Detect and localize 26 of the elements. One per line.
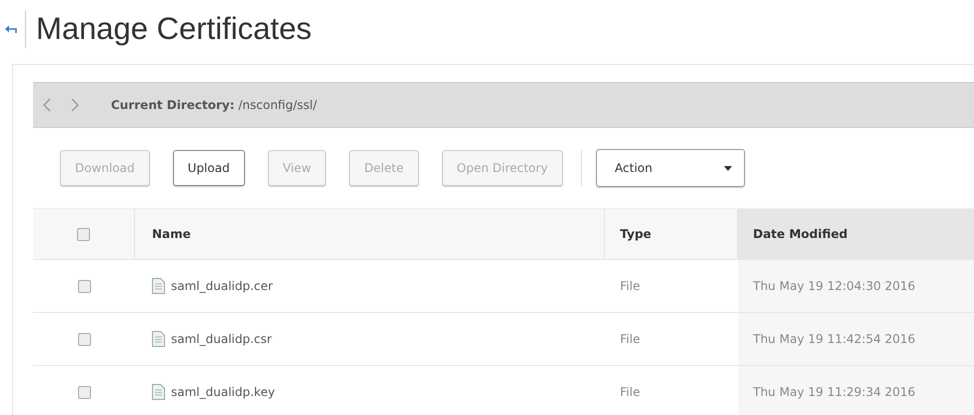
row-checkbox[interactable] [78, 280, 90, 292]
column-header[interactable]: Date Modified [738, 209, 974, 259]
current-directory: Current Directory: /nsconfig/ssl/ [111, 98, 317, 112]
back-icon[interactable] [5, 24, 17, 34]
table-cell: Thu May 19 12:04:30 2016 [738, 260, 974, 312]
file-icon [152, 331, 165, 347]
row-checkbox[interactable] [78, 332, 90, 346]
file-icon [152, 384, 165, 400]
column-header[interactable]: Name [135, 209, 605, 259]
file-name: saml_dualidp.key [171, 385, 275, 399]
table-cell-text: File [619, 331, 642, 348]
file-name: saml_dualidp.csr [171, 332, 272, 346]
action-dropdown[interactable]: Action [596, 149, 745, 187]
toolbar-button[interactable]: Upload [172, 150, 245, 186]
row-checkbox[interactable] [78, 386, 90, 398]
caret-icon [724, 166, 732, 170]
page-title: Manage Certificates [36, 11, 312, 47]
forward-chevron-icon[interactable] [71, 98, 79, 112]
table-cell: Thu May 19 11:42:54 2016 [738, 313, 974, 365]
select-all-checkbox[interactable] [77, 228, 90, 240]
table-cell: Thu May 19 11:29:34 2016 [738, 366, 974, 415]
back-chevron-icon[interactable] [43, 98, 51, 112]
table-cell-text: File [619, 278, 642, 295]
file-name: saml_dualidp.cer [171, 279, 273, 293]
table-cell-text: File [619, 384, 642, 401]
file-icon [152, 278, 165, 294]
